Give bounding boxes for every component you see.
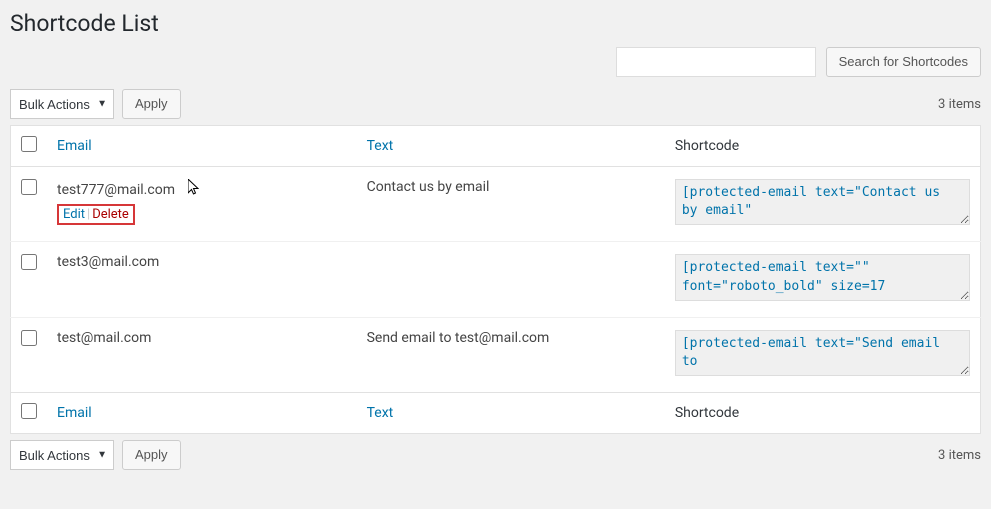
- select-all-bottom[interactable]: [21, 403, 37, 419]
- row-email: test3@mail.com: [57, 254, 159, 270]
- row-actions-highlight: Edit|Delete: [57, 204, 135, 225]
- tablenav-top: Bulk Actions Apply 3 items: [10, 89, 981, 119]
- delete-link[interactable]: Delete: [92, 207, 129, 222]
- column-header-text[interactable]: Text: [367, 138, 394, 154]
- apply-button-top[interactable]: Apply: [122, 89, 181, 119]
- row-checkbox[interactable]: [21, 179, 37, 195]
- table-row: test3@mail.com: [11, 242, 981, 317]
- row-checkbox[interactable]: [21, 330, 37, 346]
- shortcode-textarea[interactable]: [675, 330, 970, 376]
- edit-link[interactable]: Edit: [63, 207, 85, 222]
- column-footer-shortcode: Shortcode: [675, 405, 739, 421]
- table-row: test777@mail.com Edit|Delete Contact us …: [11, 167, 981, 242]
- row-email: test@mail.com: [57, 330, 151, 346]
- row-checkbox[interactable]: [21, 254, 37, 270]
- table-row: test@mail.com Send email to test@mail.co…: [11, 317, 981, 392]
- bulk-actions-select-top[interactable]: Bulk Actions: [10, 89, 114, 119]
- row-email: test777@mail.com: [57, 182, 175, 198]
- tablenav-bottom: Bulk Actions Apply 3 items: [10, 440, 981, 470]
- column-footer-text[interactable]: Text: [367, 405, 394, 421]
- apply-button-bottom[interactable]: Apply: [122, 440, 181, 470]
- search-input[interactable]: [616, 47, 816, 77]
- shortcode-textarea[interactable]: [675, 254, 970, 300]
- column-footer-email[interactable]: Email: [57, 405, 92, 421]
- column-header-shortcode: Shortcode: [675, 138, 739, 154]
- shortcode-table: Email Text Shortcode test777@mail.com Ed…: [10, 125, 981, 434]
- items-count-bottom: 3 items: [938, 448, 981, 463]
- cursor-icon: [188, 179, 200, 196]
- items-count-top: 3 items: [938, 97, 981, 112]
- row-text: Send email to test@mail.com: [367, 330, 550, 346]
- search-bar: Search for Shortcodes: [10, 47, 981, 77]
- column-header-email[interactable]: Email: [57, 138, 92, 154]
- row-text: Contact us by email: [367, 179, 490, 195]
- page-title: Shortcode List: [10, 10, 981, 37]
- shortcode-textarea[interactable]: [675, 179, 970, 225]
- select-all-top[interactable]: [21, 136, 37, 152]
- bulk-actions-select-bottom[interactable]: Bulk Actions: [10, 440, 114, 470]
- search-button[interactable]: Search for Shortcodes: [826, 47, 981, 77]
